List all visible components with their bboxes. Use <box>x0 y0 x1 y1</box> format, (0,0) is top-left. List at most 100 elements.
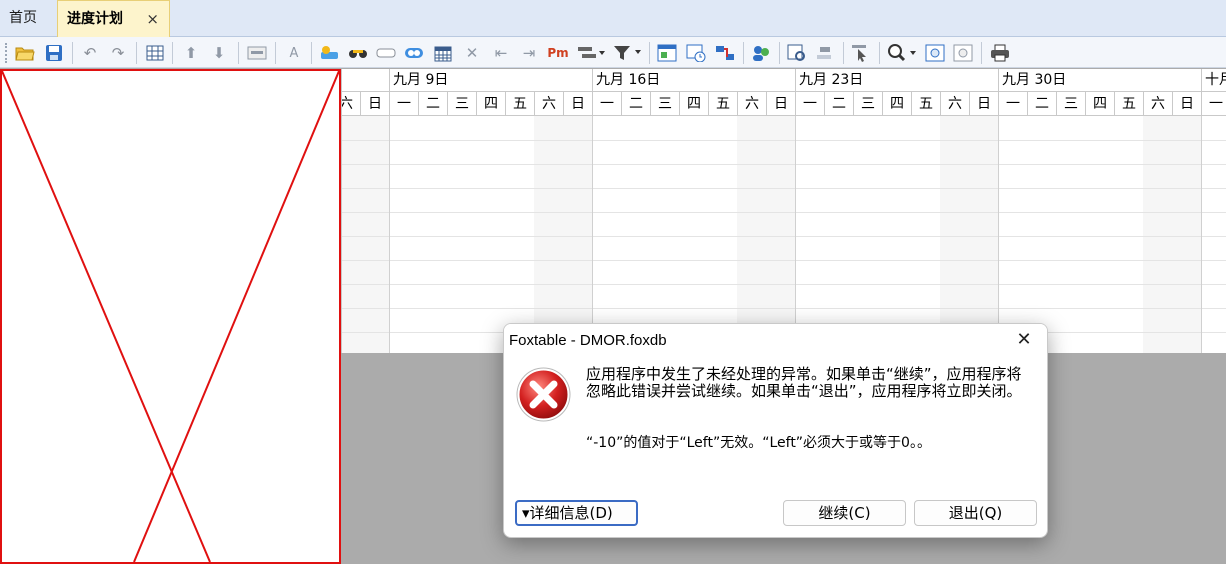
day-header: 日 <box>563 92 592 116</box>
add-task-icon[interactable] <box>319 42 341 64</box>
toolbar-separator <box>172 42 173 64</box>
week-header-partial <box>342 69 389 92</box>
details-button[interactable]: ▾详细信息(D) <box>515 500 638 526</box>
window-icon[interactable] <box>246 42 268 64</box>
weekend-column <box>969 116 998 353</box>
day-header: 日 <box>360 92 389 116</box>
day-header: 五 <box>1114 92 1143 116</box>
broken-image-cross-icon <box>2 71 339 562</box>
save-icon[interactable] <box>43 42 65 64</box>
empty-image-placeholder <box>0 69 341 564</box>
milestone-icon[interactable]: Pm <box>547 42 569 64</box>
tab-schedule-label: 进度计划 <box>67 11 123 27</box>
day-header: 四 <box>679 92 708 116</box>
gantt-chart[interactable]: 九月 9日九月 16日九月 23日九月 30日十月六日一二三四五六日一二三四五六… <box>341 69 1226 353</box>
day-header: 五 <box>505 92 534 116</box>
toolbar-separator <box>275 42 276 64</box>
day-header: 五 <box>708 92 737 116</box>
toolbar-separator <box>136 42 137 64</box>
move-up-icon[interactable]: ⬆ <box>180 42 202 64</box>
dialog-close-icon[interactable]: ✕ <box>1013 329 1035 351</box>
day-header: 二 <box>1027 92 1056 116</box>
select-pointer-icon[interactable] <box>850 42 872 64</box>
exit-button[interactable]: 退出(Q) <box>914 500 1037 526</box>
week-divider <box>592 116 593 353</box>
toolbar-separator <box>981 42 982 64</box>
group-dropdown-icon[interactable] <box>576 42 606 64</box>
toolbar-grip[interactable] <box>5 43 7 63</box>
column-settings-icon[interactable] <box>144 42 166 64</box>
calendar-icon[interactable] <box>432 42 454 64</box>
open-folder-icon[interactable] <box>14 42 36 64</box>
toolbar-separator <box>879 42 880 64</box>
dialog-title: Foxtable - DMOR.foxdb <box>504 324 1047 358</box>
weekend-column <box>342 116 360 353</box>
gantt-row-line <box>342 188 1226 189</box>
day-header: 一 <box>998 92 1027 116</box>
weekend-column <box>1143 116 1172 353</box>
weekend-column <box>360 116 389 353</box>
weekend-column <box>1172 116 1201 353</box>
week-divider <box>1201 116 1202 353</box>
weekend-column <box>563 116 592 353</box>
delete-icon[interactable]: ✕ <box>461 42 483 64</box>
week-header: 九月 9日 <box>389 69 592 92</box>
day-header: 二 <box>621 92 650 116</box>
weekend-column <box>766 116 795 353</box>
weekend-column <box>534 116 563 353</box>
error-dialog: Foxtable - DMOR.foxdb ✕ 应用程序中发生了未经处理的异常。… <box>503 323 1048 538</box>
critical-path-icon[interactable] <box>786 42 808 64</box>
day-header: 六 <box>342 92 360 116</box>
tab-home[interactable]: 首页 <box>0 0 57 37</box>
filter-dropdown-icon[interactable] <box>612 42 642 64</box>
toolbar-separator <box>843 42 844 64</box>
day-header: 五 <box>911 92 940 116</box>
continue-button[interactable]: 继续(C) <box>783 500 906 526</box>
week-header: 十月 <box>1201 69 1226 92</box>
zoom-fit-icon[interactable] <box>924 42 946 64</box>
toolbar-separator <box>72 42 73 64</box>
timeline-icon[interactable] <box>685 42 707 64</box>
error-message: 应用程序中发生了未经处理的异常。如果单击“继续”，应用程序将忽略此错误并尝试继续… <box>586 365 1022 400</box>
font-icon[interactable]: A <box>283 42 305 64</box>
toggle-icon[interactable] <box>403 42 425 64</box>
week-divider <box>998 116 999 353</box>
toolbar-separator <box>311 42 312 64</box>
day-header: 六 <box>737 92 766 116</box>
indent-icon[interactable]: ⇥ <box>518 42 540 64</box>
zoom-dropdown-icon[interactable] <box>886 42 918 64</box>
gantt-row-line <box>342 260 1226 261</box>
weekend-column <box>737 116 766 353</box>
day-header: 三 <box>853 92 882 116</box>
day-header: 三 <box>447 92 476 116</box>
gantt-row-line <box>342 236 1226 237</box>
print-icon[interactable] <box>989 42 1011 64</box>
gantt-row-line <box>342 140 1226 141</box>
outdent-icon[interactable]: ⇤ <box>490 42 512 64</box>
day-header: 四 <box>882 92 911 116</box>
toolbar-separator <box>238 42 239 64</box>
tab-schedule[interactable]: 进度计划 × <box>57 0 170 37</box>
resources-icon[interactable] <box>750 42 772 64</box>
gantt-row-line <box>342 308 1226 309</box>
day-header: 日 <box>766 92 795 116</box>
tab-home-label: 首页 <box>9 10 37 26</box>
tab-bar: 首页 进度计划 × <box>0 0 1226 37</box>
move-down-icon[interactable]: ⬇ <box>208 42 230 64</box>
undo-icon[interactable]: ↶ <box>79 42 101 64</box>
weekend-column <box>940 116 969 353</box>
day-header: 四 <box>476 92 505 116</box>
day-header: 六 <box>940 92 969 116</box>
day-header: 一 <box>795 92 824 116</box>
day-header: 一 <box>592 92 621 116</box>
redo-icon[interactable]: ↷ <box>107 42 129 64</box>
split-icon[interactable] <box>714 42 736 64</box>
link-icon[interactable] <box>347 42 369 64</box>
baseline-icon[interactable] <box>814 42 836 64</box>
day-header: 一 <box>1201 92 1226 116</box>
zoom-reset-icon[interactable] <box>952 42 974 64</box>
report-icon[interactable] <box>656 42 678 64</box>
unlink-icon[interactable] <box>375 42 397 64</box>
error-icon <box>515 366 572 423</box>
close-tab-icon[interactable]: × <box>146 1 159 37</box>
